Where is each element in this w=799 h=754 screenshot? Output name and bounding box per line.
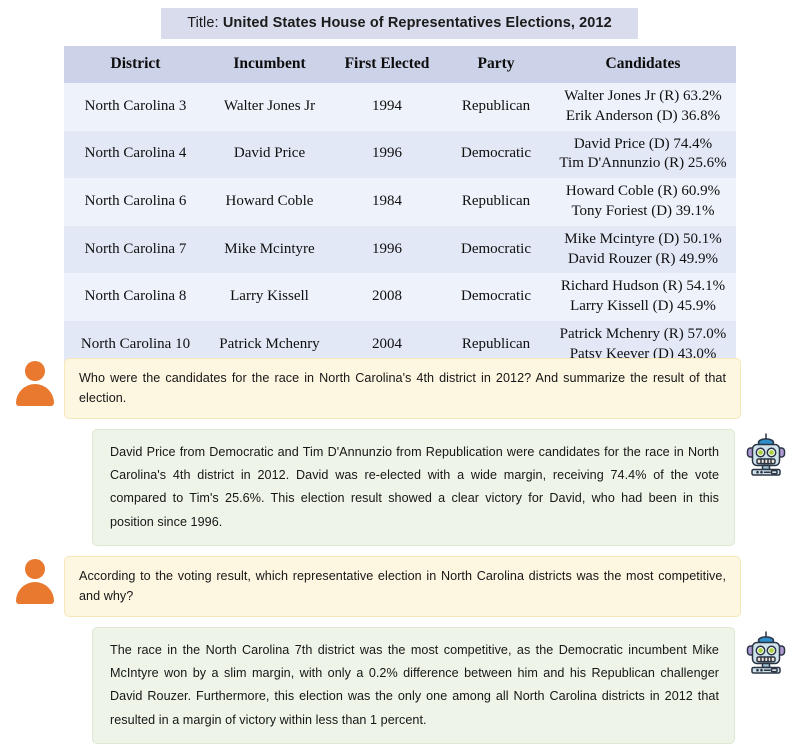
title-label: Title: (187, 15, 219, 31)
column-header-first-elected: First Elected (332, 46, 442, 83)
cell-incumbent: Mike Mcintyre (207, 225, 332, 274)
candidate-line: Tim D'Annunzio (R) 25.6% (559, 155, 727, 172)
user-message-bubble: According to the voting result, which re… (64, 555, 741, 617)
user-avatar (12, 556, 58, 604)
conversation-thread: Who were the candidates for the race in … (0, 358, 799, 754)
cell-district: North Carolina 6 (64, 178, 207, 226)
cell-district: North Carolina 3 (64, 83, 207, 131)
candidate-line: David Price (D) 74.4% (573, 135, 713, 152)
person-icon (15, 558, 55, 604)
table-header-row: District Incumbent First Elected Party C… (64, 46, 736, 83)
column-header-party: Party (442, 46, 550, 83)
cell-district: North Carolina 4 (64, 130, 207, 179)
title-box: Title: United States House of Representa… (161, 8, 638, 39)
cell-first-elected: 2008 (332, 273, 442, 321)
table-row: North Carolina 3 Walter Jones Jr 1994 Re… (64, 83, 736, 131)
cell-first-elected: 1996 (332, 130, 442, 179)
robot-icon (746, 433, 786, 476)
person-icon-head (25, 361, 45, 381)
title-text: United States House of Representatives E… (222, 15, 612, 31)
chat-message-bot: David Price from Democratic and Tim D'An… (0, 428, 799, 546)
person-icon-head (25, 558, 45, 579)
cell-district: North Carolina 7 (64, 225, 207, 274)
chat-message-bot: The race in the North Carolina 7th distr… (0, 626, 799, 744)
column-header-candidates: Candidates (550, 46, 736, 83)
candidate-line: Walter Jones Jr (R) 63.2% (564, 88, 722, 104)
chat-message-user: Who were the candidates for the race in … (0, 358, 799, 419)
title-banner: Title: United States House of Representa… (0, 8, 799, 39)
bot-avatar (743, 627, 789, 675)
candidate-line: Mike Mcintyre (D) 50.1% (564, 230, 722, 247)
elections-table-container: District Incumbent First Elected Party C… (64, 46, 736, 369)
cell-party: Democratic (442, 130, 550, 179)
cell-first-elected: 1984 (332, 178, 442, 226)
cell-incumbent: Walter Jones Jr (207, 83, 332, 131)
column-header-incumbent: Incumbent (207, 46, 332, 83)
person-icon-body (16, 581, 54, 604)
cell-incumbent: Howard Coble (207, 178, 332, 226)
cell-party: Democratic (442, 273, 550, 321)
column-header-district: District (64, 46, 207, 83)
table-row: North Carolina 7 Mike Mcintyre 1996 Demo… (64, 225, 736, 274)
candidate-line: Richard Hudson (R) 54.1% (560, 278, 726, 295)
robot-icon (746, 631, 786, 674)
table-row: North Carolina 8 Larry Kissell 2008 Demo… (64, 273, 736, 321)
cell-district: North Carolina 8 (64, 273, 207, 321)
user-message-bubble: Who were the candidates for the race in … (64, 358, 741, 419)
bot-message-bubble: David Price from Democratic and Tim D'An… (92, 428, 735, 546)
bot-message-bubble: The race in the North Carolina 7th distr… (92, 626, 735, 744)
bot-avatar (743, 429, 789, 477)
cell-candidates: Walter Jones Jr (R) 63.2% Erik Anderson … (550, 83, 736, 131)
cell-first-elected: 1994 (332, 83, 442, 131)
cell-incumbent: David Price (207, 130, 332, 179)
user-avatar (12, 358, 58, 406)
candidate-line: Erik Anderson (D) 36.8% (565, 107, 721, 124)
candidate-line: Larry Kissell (D) 45.9% (570, 298, 716, 315)
cell-candidates: Mike Mcintyre (D) 50.1% David Rouzer (R)… (550, 225, 736, 274)
person-icon-body (16, 384, 54, 406)
cell-candidates: Richard Hudson (R) 54.1% Larry Kissell (… (550, 273, 736, 321)
cell-incumbent: Larry Kissell (207, 273, 332, 321)
cell-party: Republican (442, 178, 550, 226)
cell-candidates: David Price (D) 74.4% Tim D'Annunzio (R)… (550, 130, 736, 179)
elections-table: District Incumbent First Elected Party C… (64, 46, 736, 369)
candidate-line: Tony Foriest (D) 39.1% (571, 202, 715, 219)
chat-message-user: According to the voting result, which re… (0, 555, 799, 617)
cell-party: Republican (442, 83, 550, 131)
candidate-line: Patrick Mchenry (R) 57.0% (559, 325, 727, 342)
table-row: North Carolina 4 David Price 1996 Democr… (64, 130, 736, 179)
cell-candidates: Howard Coble (R) 60.9% Tony Foriest (D) … (550, 178, 736, 226)
table-row: North Carolina 6 Howard Coble 1984 Repub… (64, 178, 736, 226)
person-icon (15, 360, 55, 406)
candidate-line: Howard Coble (R) 60.9% (565, 183, 721, 200)
cell-party: Democratic (442, 225, 550, 274)
cell-first-elected: 1996 (332, 225, 442, 274)
candidate-line: David Rouzer (R) 49.9% (568, 250, 718, 267)
